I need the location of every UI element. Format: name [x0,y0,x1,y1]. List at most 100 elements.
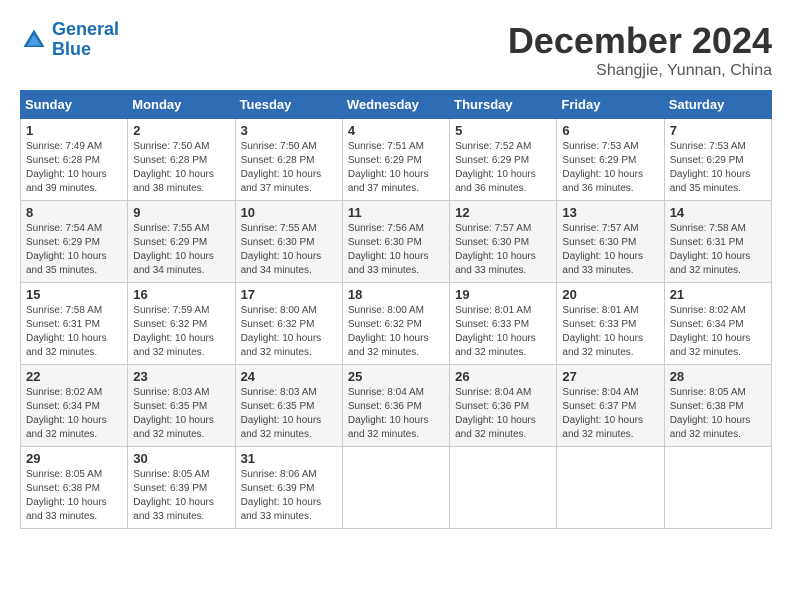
day-number: 3 [241,123,337,138]
calendar-cell: 29 Sunrise: 8:05 AM Sunset: 6:38 PM Dayli… [21,447,128,529]
calendar-cell: 16 Sunrise: 7:59 AM Sunset: 6:32 PM Dayli… [128,283,235,365]
weekday-header: Friday [557,91,664,119]
location-title: Shangjie, Yunnan, China [508,62,772,80]
calendar-cell: 21 Sunrise: 8:02 AM Sunset: 6:34 PM Dayli… [664,283,771,365]
day-info: Sunrise: 7:58 AM Sunset: 6:31 PM Dayligh… [26,304,122,360]
day-number: 29 [26,451,122,466]
logo-text: General Blue [52,20,119,60]
day-number: 7 [670,123,766,138]
day-info: Sunrise: 7:56 AM Sunset: 6:30 PM Dayligh… [348,222,444,278]
calendar-cell: 1 Sunrise: 7:49 AM Sunset: 6:28 PM Daylig… [21,119,128,201]
weekday-header: Saturday [664,91,771,119]
day-info: Sunrise: 7:57 AM Sunset: 6:30 PM Dayligh… [562,222,658,278]
day-info: Sunrise: 7:59 AM Sunset: 6:32 PM Dayligh… [133,304,229,360]
title-area: December 2024 Shangjie, Yunnan, China [508,20,772,80]
calendar-week-row: 29 Sunrise: 8:05 AM Sunset: 6:38 PM Dayli… [21,447,772,529]
weekday-header: Sunday [21,91,128,119]
day-info: Sunrise: 7:52 AM Sunset: 6:29 PM Dayligh… [455,140,551,196]
day-number: 8 [26,205,122,220]
calendar-header: SundayMondayTuesdayWednesdayThursdayFrid… [21,91,772,119]
day-number: 18 [348,287,444,302]
calendar-cell: 30 Sunrise: 8:05 AM Sunset: 6:39 PM Dayli… [128,447,235,529]
month-title: December 2024 [508,20,772,62]
day-info: Sunrise: 8:04 AM Sunset: 6:36 PM Dayligh… [455,386,551,442]
calendar-cell: 25 Sunrise: 8:04 AM Sunset: 6:36 PM Dayli… [342,365,449,447]
logo-line1: General [52,19,119,39]
calendar-cell: 7 Sunrise: 7:53 AM Sunset: 6:29 PM Daylig… [664,119,771,201]
calendar-cell: 12Sunrise: 7:57 AM Sunset: 6:30 PM Dayli… [450,201,557,283]
calendar-week-row: 22Sunrise: 8:02 AM Sunset: 6:34 PM Dayli… [21,365,772,447]
day-number: 17 [241,287,337,302]
day-info: Sunrise: 7:51 AM Sunset: 6:29 PM Dayligh… [348,140,444,196]
calendar-cell: 28Sunrise: 8:05 AM Sunset: 6:38 PM Dayli… [664,365,771,447]
day-info: Sunrise: 7:55 AM Sunset: 6:29 PM Dayligh… [133,222,229,278]
day-info: Sunrise: 8:05 AM Sunset: 6:39 PM Dayligh… [133,468,229,524]
day-info: Sunrise: 8:00 AM Sunset: 6:32 PM Dayligh… [348,304,444,360]
calendar-cell: 24 Sunrise: 8:03 AM Sunset: 6:35 PM Dayli… [235,365,342,447]
calendar-week-row: 1 Sunrise: 7:49 AM Sunset: 6:28 PM Daylig… [21,119,772,201]
calendar-cell: 18 Sunrise: 8:00 AM Sunset: 6:32 PM Dayli… [342,283,449,365]
day-number: 21 [670,287,766,302]
calendar-cell: 15 Sunrise: 7:58 AM Sunset: 6:31 PM Dayli… [21,283,128,365]
calendar-cell: 3 Sunrise: 7:50 AM Sunset: 6:28 PM Daylig… [235,119,342,201]
day-number: 27 [562,369,658,384]
logo-line2: Blue [52,39,91,59]
header: General Blue December 2024 Shangjie, Yun… [20,20,772,80]
calendar-cell [450,447,557,529]
day-number: 2 [133,123,229,138]
day-number: 11 [348,205,444,220]
calendar-cell: 23 Sunrise: 8:03 AM Sunset: 6:35 PM Dayli… [128,365,235,447]
day-info: Sunrise: 8:05 AM Sunset: 6:38 PM Dayligh… [670,386,766,442]
day-number: 25 [348,369,444,384]
calendar-cell: 4 Sunrise: 7:51 AM Sunset: 6:29 PM Daylig… [342,119,449,201]
day-number: 23 [133,369,229,384]
weekday-header: Monday [128,91,235,119]
day-info: Sunrise: 7:55 AM Sunset: 6:30 PM Dayligh… [241,222,337,278]
calendar-cell: 20Sunrise: 8:01 AM Sunset: 6:33 PM Dayli… [557,283,664,365]
day-number: 16 [133,287,229,302]
day-info: Sunrise: 7:50 AM Sunset: 6:28 PM Dayligh… [241,140,337,196]
day-number: 24 [241,369,337,384]
weekday-header: Thursday [450,91,557,119]
day-number: 5 [455,123,551,138]
day-number: 6 [562,123,658,138]
calendar-week-row: 8 Sunrise: 7:54 AM Sunset: 6:29 PM Daylig… [21,201,772,283]
day-info: Sunrise: 7:49 AM Sunset: 6:28 PM Dayligh… [26,140,122,196]
calendar-cell: 22Sunrise: 8:02 AM Sunset: 6:34 PM Dayli… [21,365,128,447]
day-number: 13 [562,205,658,220]
calendar: SundayMondayTuesdayWednesdayThursdayFrid… [20,90,772,529]
day-number: 14 [670,205,766,220]
day-info: Sunrise: 8:02 AM Sunset: 6:34 PM Dayligh… [670,304,766,360]
day-info: Sunrise: 8:05 AM Sunset: 6:38 PM Dayligh… [26,468,122,524]
day-number: 19 [455,287,551,302]
calendar-cell: 5 Sunrise: 7:52 AM Sunset: 6:29 PM Daylig… [450,119,557,201]
day-info: Sunrise: 8:02 AM Sunset: 6:34 PM Dayligh… [26,386,122,442]
day-number: 9 [133,205,229,220]
day-info: Sunrise: 7:57 AM Sunset: 6:30 PM Dayligh… [455,222,551,278]
day-info: Sunrise: 7:54 AM Sunset: 6:29 PM Dayligh… [26,222,122,278]
day-info: Sunrise: 7:50 AM Sunset: 6:28 PM Dayligh… [133,140,229,196]
calendar-cell: 13 Sunrise: 7:57 AM Sunset: 6:30 PM Dayli… [557,201,664,283]
calendar-cell [664,447,771,529]
day-number: 20 [562,287,658,302]
calendar-cell: 26 Sunrise: 8:04 AM Sunset: 6:36 PM Dayli… [450,365,557,447]
day-number: 31 [241,451,337,466]
day-number: 15 [26,287,122,302]
calendar-cell [557,447,664,529]
day-info: Sunrise: 8:03 AM Sunset: 6:35 PM Dayligh… [241,386,337,442]
calendar-cell: 27 Sunrise: 8:04 AM Sunset: 6:37 PM Dayli… [557,365,664,447]
calendar-cell: 6Sunrise: 7:53 AM Sunset: 6:29 PM Daylig… [557,119,664,201]
day-info: Sunrise: 8:04 AM Sunset: 6:36 PM Dayligh… [348,386,444,442]
day-number: 26 [455,369,551,384]
calendar-cell: 9 Sunrise: 7:55 AM Sunset: 6:29 PM Daylig… [128,201,235,283]
calendar-cell: 19Sunrise: 8:01 AM Sunset: 6:33 PM Dayli… [450,283,557,365]
day-number: 4 [348,123,444,138]
day-number: 1 [26,123,122,138]
calendar-cell: 10Sunrise: 7:55 AM Sunset: 6:30 PM Dayli… [235,201,342,283]
calendar-cell: 31Sunrise: 8:06 AM Sunset: 6:39 PM Dayli… [235,447,342,529]
weekday-header: Tuesday [235,91,342,119]
day-info: Sunrise: 8:04 AM Sunset: 6:37 PM Dayligh… [562,386,658,442]
day-info: Sunrise: 7:53 AM Sunset: 6:29 PM Dayligh… [670,140,766,196]
day-number: 30 [133,451,229,466]
day-info: Sunrise: 8:03 AM Sunset: 6:35 PM Dayligh… [133,386,229,442]
